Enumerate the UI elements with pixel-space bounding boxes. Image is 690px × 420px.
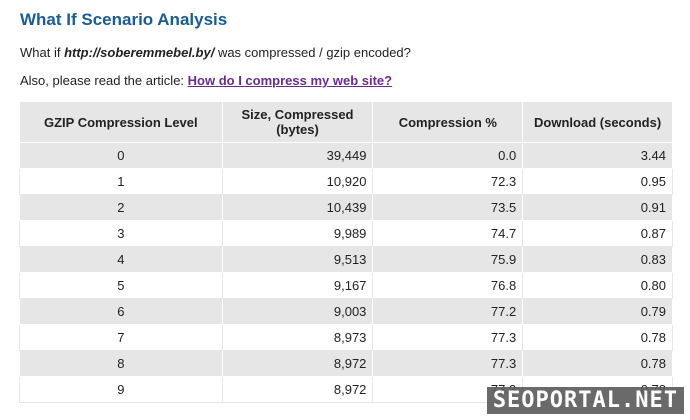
page-title: What If Scenario Analysis	[20, 10, 228, 29]
cell-level: 8	[19, 350, 223, 377]
cell-size: 10,439	[221, 194, 374, 221]
table-row: 8 8,972 77.3 0.78	[19, 350, 673, 377]
cell-download: 3.44	[522, 142, 673, 169]
cell-download: 0.78	[522, 350, 673, 377]
article-prefix: Also, please read the article:	[20, 73, 188, 88]
table-row: 1 10,920 72.3 0.95	[19, 168, 673, 195]
cell-size: 9,167	[221, 272, 374, 299]
table-row: 3 9,989 74.7 0.87	[19, 220, 673, 247]
cell-size: 9,003	[221, 298, 374, 325]
cell-download: 0.79	[522, 298, 673, 325]
cell-level: 4	[19, 246, 223, 273]
watermark-logo: SEOPORTAL.NET	[486, 387, 684, 414]
article-text: Also, please read the article: How do I …	[20, 73, 392, 88]
cell-download: 0.83	[522, 246, 673, 273]
cell-percent: 77.3	[372, 324, 524, 351]
table-header-row: GZIP Compression Level Size, Compressed …	[19, 101, 673, 143]
cell-download: 0.95	[522, 168, 673, 195]
cell-percent: 73.5	[372, 194, 524, 221]
cell-level: 2	[19, 194, 223, 221]
site-url: http://soberemmebel.by/	[64, 45, 215, 60]
cell-percent: 74.7	[372, 220, 524, 247]
table-row: 6 9,003 77.2 0.79	[19, 298, 673, 325]
intro-text: What if http://soberemmebel.by/ was comp…	[20, 45, 411, 60]
cell-level: 0	[19, 142, 223, 169]
table-row: 7 8,973 77.3 0.78	[19, 324, 673, 351]
article-link[interactable]: How do I compress my web site?	[188, 73, 392, 88]
table-row: 4 9,513 75.9 0.83	[19, 246, 673, 273]
table-row: 0 39,449 0.0 3.44	[19, 142, 673, 169]
cell-level: 3	[19, 220, 223, 247]
cell-download: 0.87	[522, 220, 673, 247]
cell-percent: 77.3	[372, 350, 524, 377]
cell-level: 5	[19, 272, 223, 299]
cell-size: 10,920	[221, 168, 374, 195]
cell-download: 0.91	[522, 194, 673, 221]
header-level: GZIP Compression Level	[19, 101, 223, 143]
cell-size: 9,513	[221, 246, 374, 273]
cell-percent: 75.9	[372, 246, 524, 273]
table-row: 5 9,167 76.8 0.80	[19, 272, 673, 299]
cell-level: 9	[19, 376, 223, 403]
cell-download: 0.78	[522, 324, 673, 351]
table-row: 2 10,439 73.5 0.91	[19, 194, 673, 221]
cell-size: 39,449	[221, 142, 374, 169]
intro-prefix: What if	[20, 45, 65, 60]
header-size: Size, Compressed (bytes)	[221, 101, 374, 143]
intro-suffix: was compressed / gzip encoded?	[214, 45, 411, 60]
header-percent: Compression %	[372, 101, 524, 143]
cell-size: 8,972	[221, 376, 374, 403]
page: What If Scenario Analysis What if http:/…	[0, 0, 690, 420]
cell-size: 9,989	[221, 220, 374, 247]
compression-table: GZIP Compression Level Size, Compressed …	[19, 101, 673, 403]
cell-level: 1	[19, 168, 223, 195]
cell-size: 8,973	[221, 324, 374, 351]
cell-percent: 76.8	[372, 272, 524, 299]
cell-level: 7	[19, 324, 223, 351]
cell-level: 6	[19, 298, 223, 325]
cell-download: 0.80	[522, 272, 673, 299]
cell-percent: 72.3	[372, 168, 524, 195]
cell-percent: 77.2	[372, 298, 524, 325]
cell-percent: 0.0	[372, 142, 524, 169]
header-download: Download (seconds)	[522, 101, 673, 143]
cell-size: 8,972	[221, 350, 374, 377]
